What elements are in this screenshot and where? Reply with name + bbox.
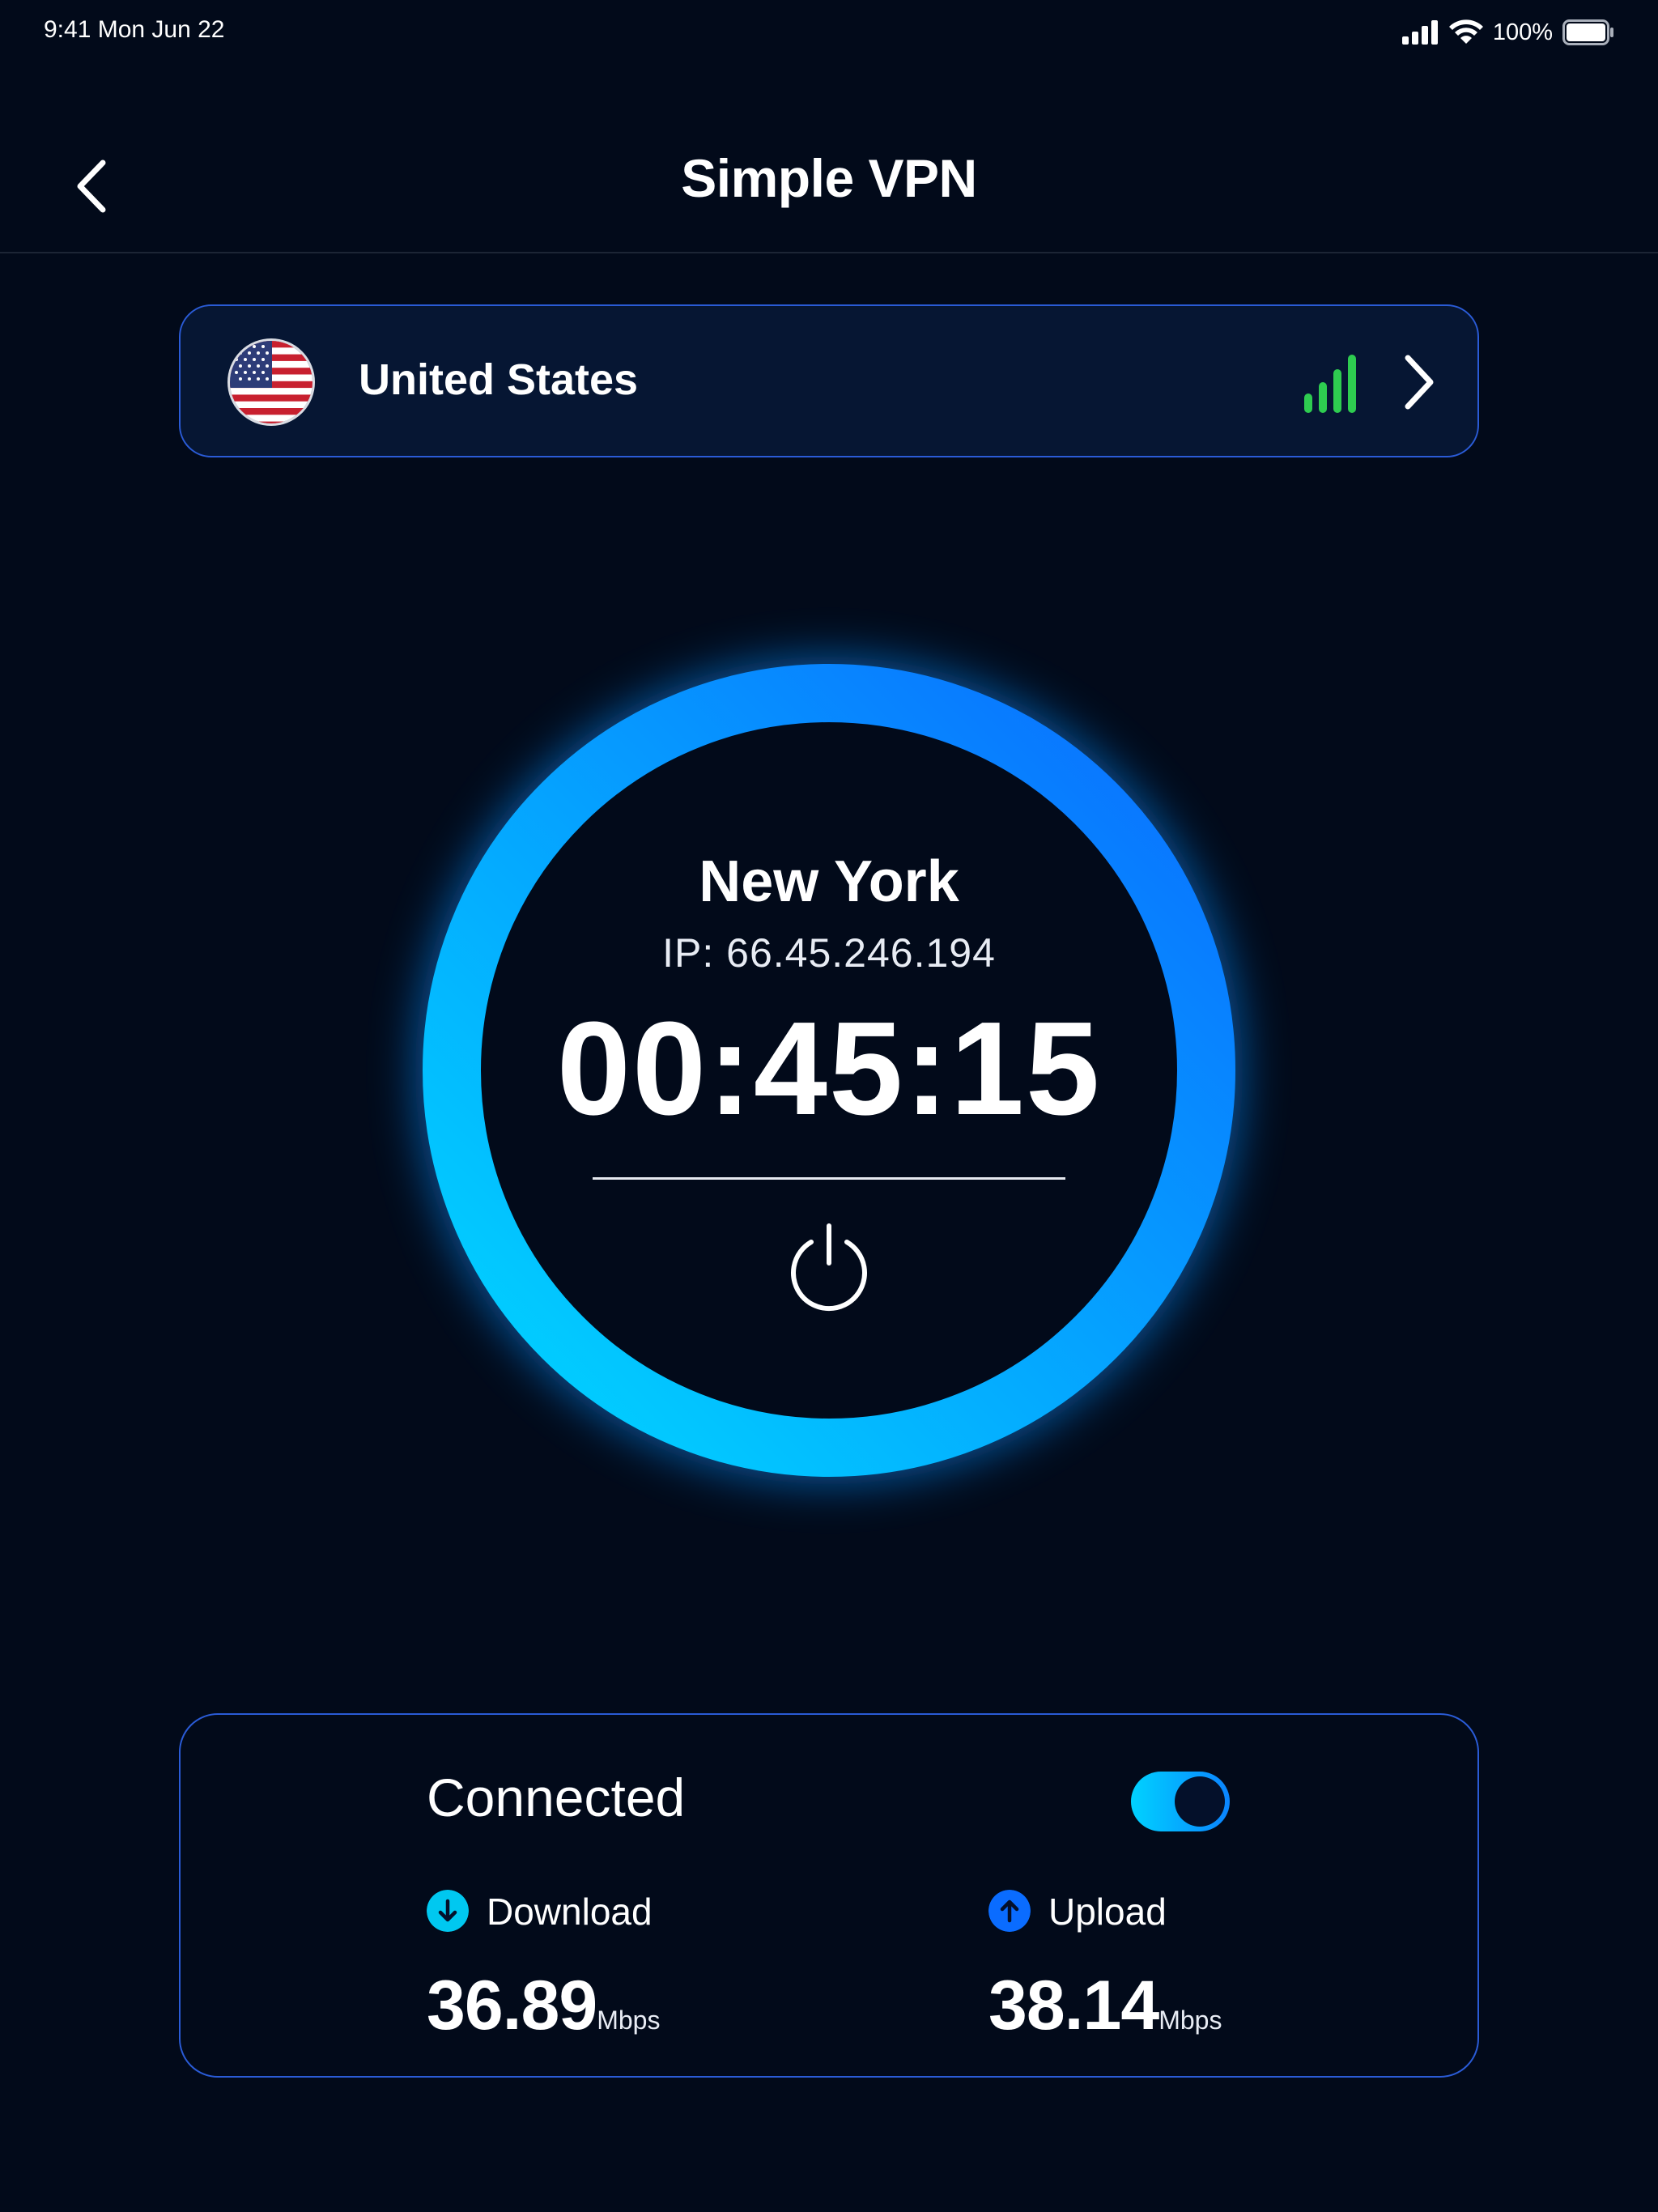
header-divider — [0, 252, 1658, 253]
vpn-toggle[interactable] — [1131, 1772, 1230, 1831]
server-city: New York — [699, 849, 959, 914]
status-indicators: 100% — [1401, 15, 1614, 50]
signal-strength-icon — [1304, 355, 1356, 413]
status-bar: 9:41 Mon Jun 22 100% — [0, 0, 1658, 65]
country-name: United States — [359, 355, 639, 404]
dial-content: New York IP: 66.45.246.194 00:45:15 — [421, 662, 1237, 1478]
upload-label: Upload — [1048, 1891, 1167, 1933]
ip-address: IP: 66.45.246.194 — [662, 930, 996, 976]
download-label: Download — [487, 1891, 653, 1933]
wifi-icon — [1448, 19, 1483, 44]
arrow-down-icon — [427, 1890, 469, 1932]
upload-value: 38.14 — [988, 1967, 1159, 2044]
page-title: Simple VPN — [681, 148, 977, 208]
upload-metric: Upload 38.14Mbps — [988, 1890, 1312, 2052]
vpn-screen: 9:41 Mon Jun 22 100% Simple VPN United S… — [0, 0, 1658, 2212]
chevron-right-icon — [1405, 355, 1434, 410]
connection-timer: 00:45:15 — [556, 994, 1102, 1142]
download-value: 36.89 — [427, 1967, 597, 2044]
upload-unit: Mbps — [1158, 2006, 1222, 2035]
status-time: 9:41 Mon Jun 22 — [44, 16, 225, 43]
us-flag-icon — [227, 338, 315, 426]
dial-divider — [593, 1177, 1065, 1180]
download-metric: Download 36.89Mbps — [427, 1890, 750, 2052]
nav-header: Simple VPN — [0, 97, 1658, 253]
arrow-up-icon — [988, 1890, 1031, 1932]
toggle-knob — [1175, 1776, 1225, 1827]
download-reading: 36.89Mbps — [427, 1966, 660, 2046]
location-selector[interactable]: United States — [179, 304, 1479, 457]
cellular-signal-icon — [1401, 20, 1438, 45]
connection-status-label: Connected — [427, 1767, 686, 1827]
upload-reading: 38.14Mbps — [988, 1966, 1222, 2046]
connection-dial: New York IP: 66.45.246.194 00:45:15 — [415, 657, 1243, 1484]
battery-percent: 100% — [1492, 19, 1553, 45]
download-unit: Mbps — [597, 2006, 661, 2035]
connection-status-card: Connected Download 36.89Mbps Upload 38.1… — [179, 1713, 1479, 2078]
power-icon[interactable] — [784, 1221, 874, 1312]
battery-icon — [1562, 19, 1613, 45]
